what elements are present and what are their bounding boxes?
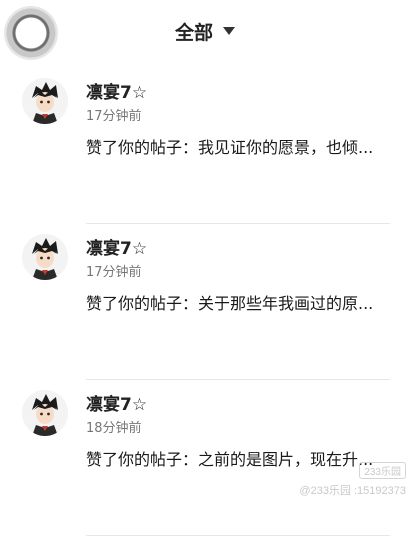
user-name[interactable]: 凛宴7☆ — [86, 78, 147, 103]
notification-message[interactable]: 赞了你的帖子：我见证你的愿景，也倾... — [86, 134, 386, 161]
notification-item[interactable]: 凛宴7☆ 17分钟前 赞了你的帖子：关于那些年我画过的原... — [0, 224, 412, 380]
watermark-text: @233乐园 :15192373 — [299, 485, 406, 497]
user-name[interactable]: 凛宴7☆ — [86, 234, 147, 259]
filter-dropdown[interactable]: 全部 — [175, 18, 236, 44]
notification-message[interactable]: 赞了你的帖子：关于那些年我画过的原... — [86, 290, 386, 317]
notification-item[interactable]: 凛宴7☆ 18分钟前 赞了你的帖子：之前的是图片，现在升... — [0, 380, 412, 536]
header: 全部 — [0, 0, 412, 64]
avatar[interactable] — [22, 234, 68, 280]
user-name[interactable]: 凛宴7☆ — [86, 390, 147, 415]
filter-label: 全部 — [175, 21, 214, 44]
avatar[interactable] — [22, 390, 68, 436]
timestamp: 18分钟前 — [86, 421, 142, 436]
caret-down-icon — [223, 27, 236, 35]
back-button-icon[interactable] — [4, 6, 58, 60]
timestamp: 17分钟前 — [86, 265, 142, 280]
notification-item[interactable]: 凛宴7☆ 17分钟前 赞了你的帖子：我见证你的愿景，也倾... — [0, 68, 412, 224]
watermark: 233乐园 @233乐园 :15192373 — [299, 462, 406, 498]
timestamp: 17分钟前 — [86, 109, 142, 124]
avatar[interactable] — [22, 78, 68, 124]
watermark-logo-text: 233乐园 — [359, 462, 406, 479]
